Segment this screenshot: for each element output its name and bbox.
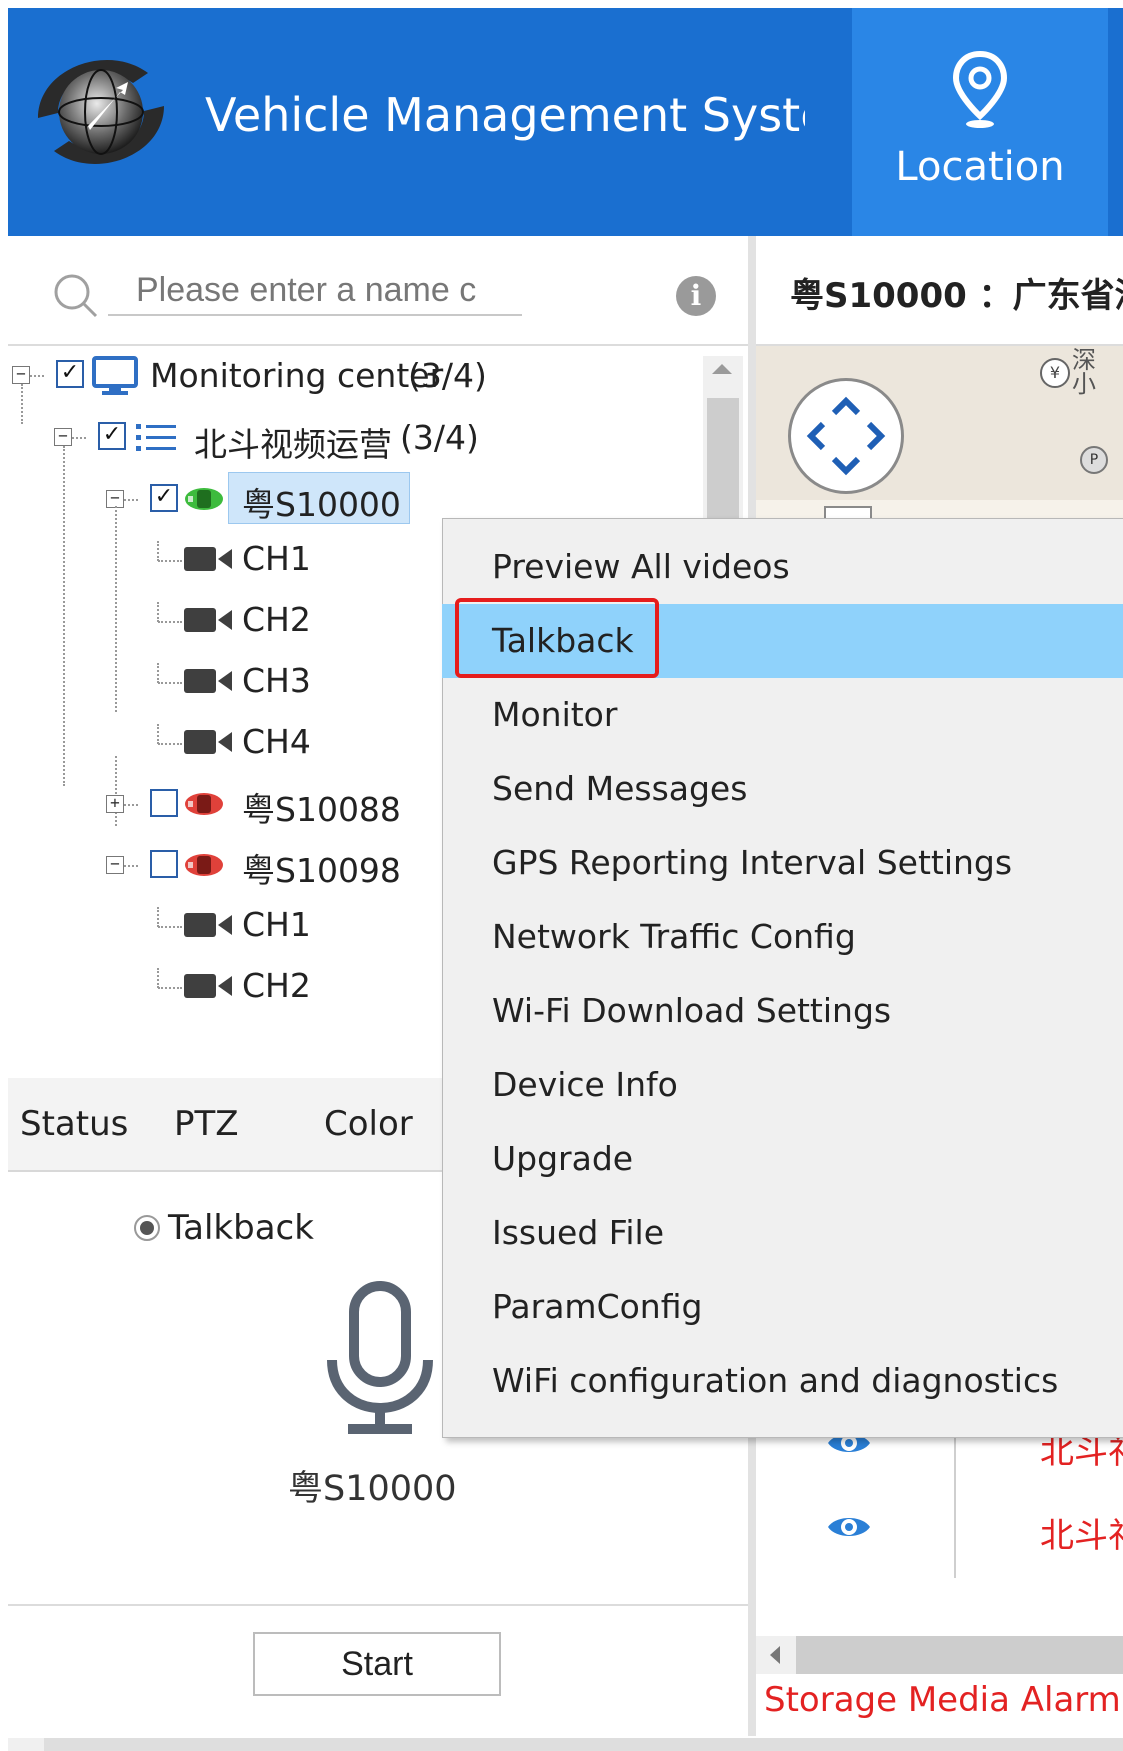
car-online-icon <box>185 488 223 510</box>
camera-icon <box>184 669 232 693</box>
tree-checkbox[interactable]: ✓ <box>150 484 178 512</box>
menu-item-preview-all-videos[interactable]: Preview All videos <box>442 530 1123 604</box>
tree-node-label: 北斗视频运营 <box>194 425 392 464</box>
menu-item-send-messages[interactable]: Send Messages <box>442 752 1123 826</box>
talk-vehicle-plate: 粤S10000 <box>288 1469 457 1509</box>
pan-arrows-icon <box>806 396 886 476</box>
location-header-text: 粤S10000 ：广东省深 <box>790 276 1123 316</box>
info-icon[interactable]: i <box>676 276 716 316</box>
microphone-icon <box>327 1281 433 1434</box>
tree-node-group[interactable]: − ✓ 北斗视频运营 (3/4) <box>8 406 708 466</box>
channel-label: CH4 <box>242 722 311 761</box>
tree-checkbox[interactable]: ✓ <box>56 360 84 388</box>
camera-icon <box>184 913 232 937</box>
scroll-left-arrow-icon[interactable] <box>770 1646 780 1664</box>
column-divider <box>954 1430 956 1578</box>
tab-color[interactable]: Color <box>324 1104 413 1144</box>
start-button[interactable]: Start <box>253 1632 501 1696</box>
list-icon <box>136 424 176 451</box>
monitor-icon <box>92 356 138 395</box>
alarm-status-text: Storage Media Alarm: <box>764 1680 1123 1720</box>
tree-checkbox[interactable]: ✓ <box>98 422 126 450</box>
menu-item-network-traffic[interactable]: Network Traffic Config <box>442 900 1123 974</box>
tab-status[interactable]: Status <box>20 1104 128 1144</box>
menu-item-gps-interval[interactable]: GPS Reporting Interval Settings <box>442 826 1123 900</box>
header-edge <box>1110 8 1123 236</box>
channel-label: CH1 <box>242 905 311 944</box>
vehicle-plate-label: 粤S10088 <box>242 790 401 829</box>
tree-node-count: (3/4) <box>400 418 479 457</box>
channel-label: CH3 <box>242 661 311 700</box>
location-pin-icon <box>952 50 1008 128</box>
talkback-radio-label: Talkback <box>168 1208 314 1248</box>
separator <box>8 1604 748 1606</box>
channel-label: CH2 <box>242 600 311 639</box>
map-poi-icon[interactable]: ¥ <box>1040 358 1070 388</box>
menu-item-paramconfig[interactable]: ParamConfig <box>442 1270 1123 1344</box>
table-horizontal-scrollbar[interactable] <box>756 1636 1123 1674</box>
search-icon[interactable] <box>50 270 100 320</box>
channel-label: CH1 <box>242 539 311 578</box>
menu-item-wifi-download[interactable]: Wi-Fi Download Settings <box>442 974 1123 1048</box>
car-offline-icon <box>185 793 223 815</box>
eye-icon[interactable] <box>826 1512 872 1542</box>
radio-selected-dot <box>140 1221 154 1235</box>
tree-node-count: (3/4) <box>408 356 487 395</box>
page-scroll-left-button[interactable] <box>8 1738 44 1751</box>
menu-item-upgrade[interactable]: Upgrade <box>442 1122 1123 1196</box>
tree-checkbox[interactable] <box>150 850 178 878</box>
scroll-up-arrow-icon[interactable] <box>712 364 732 374</box>
tree-checkbox[interactable] <box>150 789 178 817</box>
annotation-highlight-box <box>455 598 659 678</box>
map-poi-label: 深 小 <box>1072 346 1096 398</box>
menu-item-issued-file[interactable]: Issued File <box>442 1196 1123 1270</box>
menu-item-monitor[interactable]: Monitor <box>442 678 1123 752</box>
search-input[interactable] <box>108 266 522 316</box>
collapse-icon[interactable]: − <box>106 856 124 874</box>
channel-label: CH2 <box>242 966 311 1005</box>
app-title: Vehicle Management System <box>205 88 805 142</box>
car-offline-icon <box>185 854 223 876</box>
tree-node-monitoring-center[interactable]: − ✓ Monitoring center (3/4) <box>8 346 708 406</box>
event-cell: 北斗礼 <box>1040 1516 1123 1556</box>
map-parking-icon[interactable]: P <box>1080 446 1108 474</box>
vehicle-plate-label: 粤S10098 <box>242 851 401 890</box>
nav-location-tab[interactable]: Location <box>852 8 1108 236</box>
tree-node-label: Monitoring center <box>150 356 444 395</box>
camera-icon <box>184 608 232 632</box>
page-horizontal-scrollbar[interactable] <box>8 1738 1123 1751</box>
collapse-icon[interactable]: − <box>12 366 30 384</box>
menu-item-device-info[interactable]: Device Info <box>442 1048 1123 1122</box>
camera-icon <box>184 974 232 998</box>
expand-icon[interactable]: + <box>106 795 124 813</box>
collapse-icon[interactable]: − <box>54 428 72 446</box>
camera-icon <box>184 547 232 571</box>
tree-scroll-thumb[interactable] <box>707 398 739 538</box>
menu-item-wifi-config[interactable]: WiFi configuration and diagnostics <box>442 1344 1123 1418</box>
tab-ptz[interactable]: PTZ <box>174 1104 239 1144</box>
vehicle-plate-label: 粤S10000 <box>242 485 401 524</box>
map-pan-control[interactable] <box>788 378 904 494</box>
nav-location-label: Location <box>895 144 1065 190</box>
camera-icon <box>184 730 232 754</box>
app-logo-icon <box>38 60 164 164</box>
